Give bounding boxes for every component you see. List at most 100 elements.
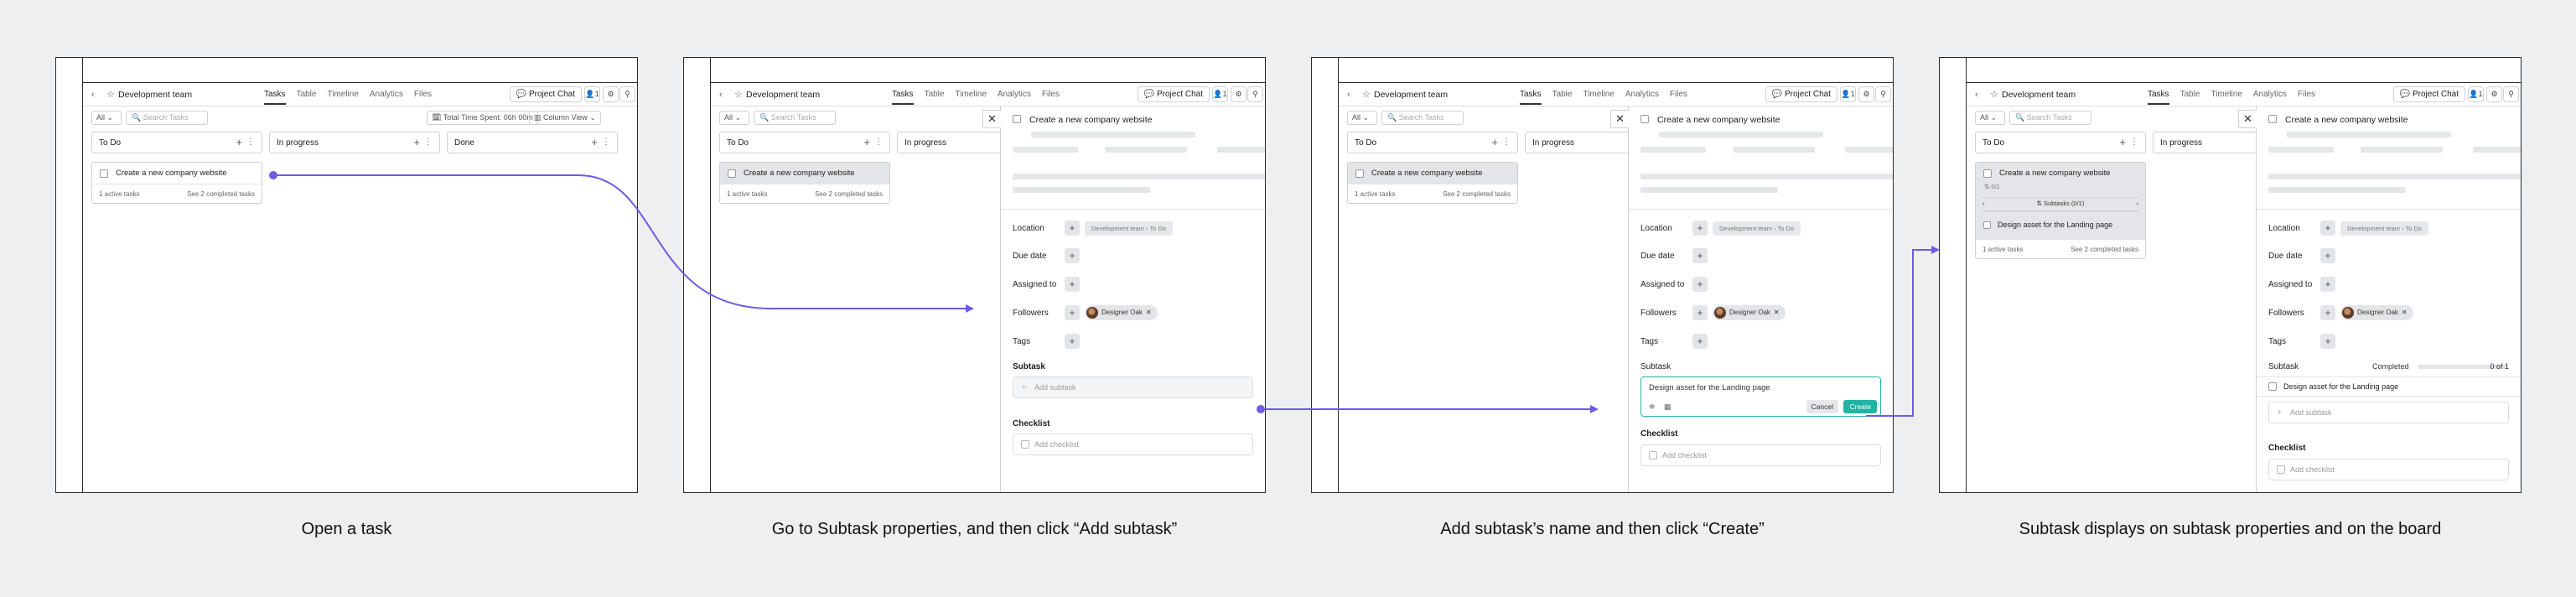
search-input[interactable]: 🔍 Search Tasks — [754, 111, 836, 125]
see-completed-link[interactable]: See 2 completed tasks — [2071, 246, 2138, 253]
members-button[interactable]: 👤1 — [1212, 86, 1228, 102]
due-date-add-button[interactable]: + — [1065, 248, 1080, 263]
subtask-row[interactable]: Design asset for the Landing page — [2257, 376, 2521, 397]
close-icon[interactable]: ✕ — [2238, 110, 2257, 128]
tags-add-button[interactable]: + — [1065, 334, 1080, 349]
tab-tasks[interactable]: Tasks — [1520, 90, 1542, 105]
back-arrow-icon[interactable]: ‹ — [91, 90, 95, 100]
subtask-checkbox[interactable] — [2268, 382, 2277, 391]
see-completed-link[interactable]: See 2 completed tasks — [815, 190, 883, 198]
add-task-icon[interactable]: + — [591, 136, 598, 148]
subtasks-toggle[interactable]: ‹ ⇅ Subtasks (0/1) › — [1983, 197, 2138, 209]
add-checklist-input[interactable]: Add checklist — [1640, 444, 1881, 466]
subtask-name[interactable]: Design asset for the Landing page — [1998, 221, 2112, 229]
new-subtask-editor[interactable]: Design asset for the Landing page ⛯ ▦ Ca… — [1640, 376, 1881, 417]
column-menu-icon[interactable]: ⋮ — [2130, 138, 2138, 147]
column-menu-icon[interactable]: ⋮ — [874, 138, 883, 147]
search-input[interactable]: 🔍 Search Tasks — [1381, 111, 1464, 125]
tab-files[interactable]: Files — [1042, 90, 1060, 105]
add-task-icon[interactable]: + — [863, 136, 870, 148]
members-button[interactable]: 👤1 — [2468, 86, 2484, 102]
task-checkbox[interactable] — [100, 169, 108, 178]
star-icon[interactable]: ☆ — [734, 89, 743, 100]
location-add-button[interactable]: + — [1692, 221, 1708, 236]
filter-all-select[interactable]: All ⌄ — [91, 111, 122, 125]
filter-all-select[interactable]: All ⌄ — [1975, 111, 2005, 125]
add-task-icon[interactable]: + — [2119, 136, 2126, 148]
filter-all-select[interactable]: All ⌄ — [1347, 111, 1377, 125]
star-icon[interactable]: ☆ — [1362, 89, 1371, 100]
detail-checkbox[interactable] — [1013, 115, 1021, 123]
cancel-button[interactable]: Cancel — [1806, 400, 1838, 413]
follower-add-button[interactable]: + — [2320, 305, 2335, 320]
tab-analytics[interactable]: Analytics — [998, 90, 1031, 105]
pin-icon[interactable]: ⚲ — [1875, 86, 1891, 102]
tab-timeline[interactable]: Timeline — [2211, 90, 2242, 105]
add-subtask-input[interactable]: + Add subtask — [1013, 376, 1253, 398]
detail-checkbox[interactable] — [1640, 115, 1649, 123]
tab-files[interactable]: Files — [414, 90, 432, 105]
tab-table[interactable]: Table — [2180, 90, 2200, 105]
tab-table[interactable]: Table — [297, 90, 317, 105]
follower-add-button[interactable]: + — [1065, 305, 1080, 320]
pin-icon[interactable]: ⚲ — [2503, 86, 2519, 102]
create-button[interactable]: Create — [1843, 400, 1877, 413]
tab-timeline[interactable]: Timeline — [1583, 90, 1614, 105]
tab-tasks[interactable]: Tasks — [264, 90, 286, 105]
column-menu-icon[interactable]: ⋮ — [246, 138, 255, 147]
settings-gear-icon[interactable]: ⚙ — [2486, 86, 2502, 102]
location-path[interactable]: Development team › To Do — [2340, 221, 2429, 236]
tab-timeline[interactable]: Timeline — [327, 90, 358, 105]
follower-chip[interactable]: Designer Oak ✕ — [1713, 305, 1786, 320]
tab-tasks[interactable]: Tasks — [892, 90, 914, 105]
close-icon[interactable]: ✕ — [1610, 110, 1629, 128]
star-icon[interactable]: ☆ — [1990, 89, 1998, 100]
tab-analytics[interactable]: Analytics — [1625, 90, 1659, 105]
add-checklist-input[interactable]: Add checklist — [1013, 433, 1253, 455]
due-date-add-button[interactable]: + — [2320, 248, 2335, 263]
follower-add-button[interactable]: + — [1692, 305, 1708, 320]
filter-all-select[interactable]: All ⌄ — [719, 111, 749, 125]
tab-files[interactable]: Files — [1670, 90, 1687, 105]
column-menu-icon[interactable]: ⋮ — [424, 138, 433, 147]
task-checkbox[interactable] — [728, 169, 736, 178]
add-task-icon[interactable]: + — [413, 136, 420, 148]
follower-chip[interactable]: Designer Oak ✕ — [2340, 305, 2413, 320]
settings-gear-icon[interactable]: ⚙ — [1231, 86, 1247, 102]
search-input[interactable]: 🔍 Search Tasks — [126, 111, 208, 125]
follower-chip[interactable]: Designer Oak ✕ — [1085, 305, 1158, 320]
column-menu-icon[interactable]: ⋮ — [602, 138, 610, 147]
task-card[interactable]: Create a new company website — [92, 163, 262, 184]
tab-table[interactable]: Table — [925, 90, 945, 105]
assignee-add-button[interactable]: + — [1692, 277, 1708, 292]
project-chat-button[interactable]: 💬 Project Chat — [2392, 86, 2465, 102]
project-chat-button[interactable]: 💬 Project Chat — [1765, 86, 1837, 102]
star-icon[interactable]: ☆ — [106, 89, 115, 100]
back-arrow-icon[interactable]: ‹ — [1975, 90, 1978, 100]
chevron-left-icon[interactable]: ‹ — [1983, 198, 1985, 210]
tab-analytics[interactable]: Analytics — [2253, 90, 2287, 105]
column-view-select[interactable]: ▥ Column View ⌄ — [529, 111, 601, 125]
see-completed-link[interactable]: See 2 completed tasks — [1443, 190, 1511, 198]
add-checklist-input[interactable]: Add checklist — [2268, 459, 2509, 480]
task-checkbox[interactable] — [1355, 169, 1364, 178]
members-button[interactable]: 👤1 — [584, 86, 600, 102]
add-task-icon[interactable]: + — [236, 136, 242, 148]
back-arrow-icon[interactable]: ‹ — [1347, 90, 1350, 100]
tab-table[interactable]: Table — [1552, 90, 1573, 105]
tab-tasks[interactable]: Tasks — [2148, 90, 2169, 105]
chevron-right-icon[interactable]: › — [2137, 198, 2139, 210]
pin-icon[interactable]: ⚲ — [619, 86, 635, 102]
task-card-selected[interactable]: Create a new company website — [720, 163, 889, 184]
assignee-add-button[interactable]: + — [1065, 277, 1080, 292]
column-menu-icon[interactable]: ⋮ — [1502, 138, 1511, 147]
due-date-add-button[interactable]: + — [1692, 248, 1708, 263]
see-completed-link[interactable]: See 2 completed tasks — [187, 190, 255, 198]
settings-gear-icon[interactable]: ⚙ — [1858, 86, 1874, 102]
project-chat-button[interactable]: 💬 Project Chat — [1137, 86, 1210, 102]
task-card-selected[interactable]: Create a new company website — [1348, 163, 1517, 184]
settings-gear-icon[interactable]: ⚙ — [603, 86, 619, 102]
add-subtask-input[interactable]: + Add subtask — [2268, 402, 2509, 423]
pin-icon[interactable]: ⚲ — [1247, 86, 1263, 102]
location-add-button[interactable]: + — [1065, 221, 1080, 236]
